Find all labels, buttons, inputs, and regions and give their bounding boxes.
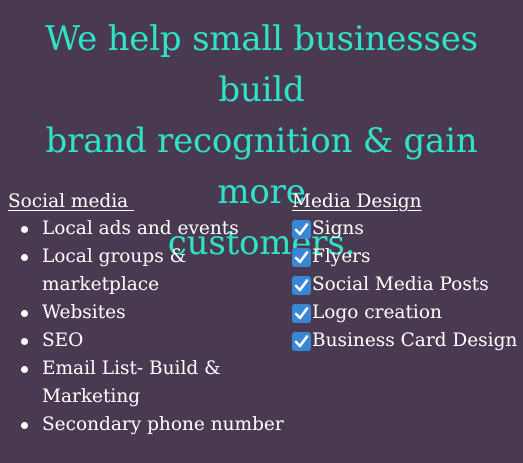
checkmark-icon: [292, 331, 311, 351]
list-item: Email List- Build & Marketing: [8, 355, 293, 411]
list-item-label-continued: Marketing: [42, 386, 141, 407]
checkmark-icon: [292, 303, 311, 323]
social-media-heading: Social media: [8, 191, 135, 212]
list-item: SEO: [8, 327, 293, 355]
media-design-list: Signs Flyers Social Media Posts Logo creati…: [292, 215, 523, 355]
list-item: Social Media Posts: [292, 271, 523, 299]
bullet-icon: [21, 338, 28, 345]
list-item: Secondary phone number: [8, 411, 293, 439]
checkmark-icon: [292, 219, 311, 239]
list-item-label: Local ads and events: [42, 218, 239, 239]
bullet-icon: [21, 422, 28, 429]
list-item-label: SEO: [42, 330, 84, 351]
checkmark-icon: [292, 275, 311, 295]
list-item: Flyers: [292, 243, 523, 271]
list-item: Logo creation: [292, 299, 523, 327]
list-item: Websites: [8, 299, 293, 327]
list-item-label-continued: marketplace: [42, 274, 160, 295]
headline-line-1: We help small businesses build: [45, 19, 478, 110]
media-design-column: Media Design Signs Flyers Social Media Pos…: [292, 188, 523, 355]
list-item: Local groups & marketplace: [8, 243, 293, 299]
list-item-label: Logo creation: [312, 302, 442, 323]
list-item-label: Business Card Design: [312, 330, 518, 351]
list-item: Local ads and events: [8, 215, 293, 243]
list-item-label: Flyers: [312, 246, 371, 267]
list-item-label: Websites: [42, 302, 126, 323]
bullet-icon: [21, 254, 28, 261]
media-design-heading: Media Design: [292, 191, 422, 212]
bullet-icon: [21, 310, 28, 317]
list-item-label: Social Media Posts: [312, 274, 489, 295]
list-item: Signs: [292, 215, 523, 243]
list-item: Business Card Design: [292, 327, 523, 355]
checkmark-icon: [292, 247, 311, 267]
social-media-list: Local ads and events Local groups & marke…: [8, 215, 293, 439]
list-item-label: Signs: [312, 218, 364, 239]
list-item-label: Email List- Build &: [42, 358, 221, 379]
bullet-icon: [21, 366, 28, 373]
bullet-icon: [21, 226, 28, 233]
list-item-label: Secondary phone number: [42, 414, 284, 435]
list-item-label: Local groups &: [42, 246, 187, 267]
social-media-column: Social media Local ads and events Local …: [8, 188, 293, 439]
